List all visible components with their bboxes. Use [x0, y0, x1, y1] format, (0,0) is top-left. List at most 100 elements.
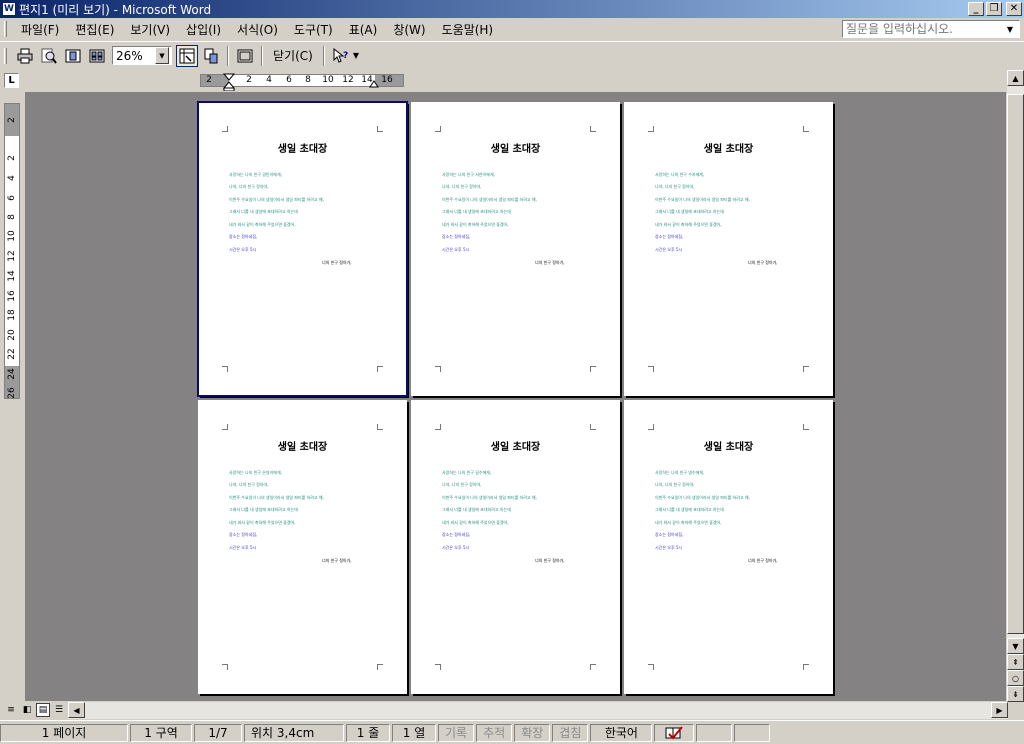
status-overtype[interactable]: 겹침 [552, 723, 589, 742]
scroll-left-button[interactable]: ◀ [68, 702, 85, 718]
print-layout-view-icon[interactable]: ▤ [36, 703, 50, 717]
chevron-down-icon[interactable]: ▼ [1003, 21, 1017, 37]
vertical-ruler[interactable]: 2 2 4 6 8 10 12 14 16 18 20 22 24 26 [4, 103, 20, 399]
multiple-pages-button[interactable] [86, 45, 108, 67]
horizontal-scrollbar[interactable]: ◀ ▶ [68, 702, 1008, 719]
letter-line: 시간은 오후 5시 [442, 247, 470, 252]
letter-line: 장소는 정아네집, [442, 532, 471, 537]
normal-view-icon[interactable]: ≡ [4, 703, 18, 717]
context-help-button[interactable]: ? [330, 45, 352, 67]
menu-tools[interactable]: 도구(T) [286, 21, 341, 38]
letter-line: 네가 와서 같이 축하해 주었으면 좋겠어, [229, 222, 296, 227]
select-browse-object-button[interactable]: ○ [1007, 670, 1024, 686]
close-preview-button[interactable]: 닫기(C) [267, 47, 319, 64]
page-title: 생일 초대장 [490, 144, 541, 155]
letter-line: 시간은 오후 5시 [229, 545, 257, 550]
indent-marker-icon[interactable] [223, 73, 235, 91]
word-app-icon[interactable]: W [2, 2, 16, 16]
vertical-scrollbar[interactable]: ▲ ▼ ⇞ ○ ⇟ [1007, 70, 1024, 702]
right-indent-marker-icon[interactable] [369, 78, 379, 88]
preview-workspace[interactable]: 생일 초대장 사랑하는 나의 친구 경민이에게, 나야, 너의 친구 정아야, … [25, 92, 1006, 701]
letter-signature: 너의 친구 정아가, [322, 260, 352, 265]
menu-table[interactable]: 표(A) [341, 21, 386, 38]
scroll-thumb[interactable] [1007, 94, 1024, 634]
ruler-tick: 10 [7, 230, 17, 242]
menu-file[interactable]: 파일(F) [13, 21, 67, 38]
one-page-button[interactable] [62, 45, 84, 67]
magnifier-button[interactable] [38, 45, 60, 67]
crop-mark [648, 424, 654, 430]
horizontal-ruler[interactable]: 2 2 4 6 8 10 12 14 16 [200, 73, 404, 91]
letter-line: 네가 와서 같이 축하해 주었으면 좋겠어, [442, 222, 509, 227]
status-track-changes[interactable]: 추적 [476, 723, 513, 742]
next-page-button[interactable]: ⇟ [1007, 686, 1024, 702]
scroll-up-button[interactable]: ▲ [1007, 70, 1024, 86]
ruler-tick: 8 [305, 75, 311, 85]
web-layout-view-icon[interactable]: ◧ [20, 703, 34, 717]
page-thumbnail[interactable]: 생일 초대장 사랑하는 나의 친구 경민이에게, 나야, 너의 친구 정아야, … [197, 101, 408, 397]
crop-mark [222, 366, 228, 372]
zoom-combo[interactable]: ▼ [112, 46, 172, 65]
letter-line: 사랑하는 나의 친구 영수에게, [655, 470, 705, 475]
ruler-tick: 4 [7, 175, 17, 181]
letter-signature: 너의 친구 정아가, [322, 558, 352, 563]
outline-view-icon[interactable]: ☰ [52, 703, 66, 717]
crop-mark [803, 366, 809, 372]
crop-mark [222, 664, 228, 670]
full-screen-icon [237, 49, 253, 62]
svg-text:?: ? [343, 51, 348, 61]
menu-edit[interactable]: 편집(E) [67, 21, 122, 38]
chevron-down-icon[interactable]: ▼ [155, 47, 169, 64]
page-thumbnail[interactable]: 생일 초대장 사랑하는 나의 친구 영수에게, 나야, 너의 친구 정아야, 이… [624, 400, 833, 694]
status-record-macro[interactable]: 기록 [438, 723, 475, 742]
crop-mark [377, 366, 383, 372]
status-line: 1 줄 [346, 723, 390, 742]
letter-line: 장소는 정아네집, [655, 532, 684, 537]
crop-mark [377, 424, 383, 430]
ask-question-input[interactable] [843, 21, 1003, 37]
restore-button[interactable]: ❐ [986, 2, 1002, 16]
minimize-button[interactable]: _ [968, 2, 984, 16]
menu-format[interactable]: 서식(O) [229, 21, 286, 38]
page-thumbnail[interactable]: 생일 초대장 사랑하는 나의 친구 수지에게, 나야, 너의 친구 정아야, 이… [624, 102, 833, 396]
scroll-right-button[interactable]: ▶ [991, 702, 1008, 718]
ruler-tick: 26 [7, 387, 17, 399]
scroll-down-button[interactable]: ▼ [1007, 638, 1024, 654]
status-page-count: 1/7 [194, 723, 242, 742]
toolbar-grip[interactable] [4, 47, 7, 64]
crop-mark [590, 126, 596, 132]
letter-line: 그래서 너를 내 생일에 초대하려고 하는데 [442, 209, 511, 214]
letter-line: 시간은 오후 5시 [655, 247, 683, 252]
view-ruler-button[interactable] [176, 44, 198, 67]
status-page: 1 페이지 [0, 723, 128, 742]
letter-line: 그래서 너를 내 생일에 초대하려고 하는데 [229, 209, 298, 214]
page-thumbnail[interactable]: 생일 초대장 사랑하는 나의 친구 서연이에게, 나야, 너의 친구 정아야, … [411, 102, 620, 396]
previous-page-button[interactable]: ⇞ [1007, 654, 1024, 670]
menu-grip[interactable] [4, 21, 7, 37]
magnifier-icon [41, 48, 57, 64]
menu-view[interactable]: 보기(V) [122, 21, 178, 38]
close-button[interactable]: ✕ [1006, 2, 1022, 16]
spelling-status-icon[interactable] [654, 723, 695, 742]
status-section: 1 구역 [130, 723, 192, 742]
page-thumbnail[interactable]: 생일 초대장 사랑하는 나의 친구 길수에게, 나야, 너의 친구 정아야, 이… [411, 400, 620, 694]
menu-window[interactable]: 창(W) [385, 21, 433, 38]
full-screen-button[interactable] [234, 45, 256, 67]
book-check-icon [665, 725, 684, 739]
menu-help[interactable]: 도움말(H) [434, 21, 502, 38]
ask-question-box[interactable]: ▼ [842, 20, 1020, 38]
status-language: 한국어 [590, 723, 653, 742]
menu-insert[interactable]: 삽입(I) [178, 21, 229, 38]
shrink-to-fit-button[interactable] [200, 45, 222, 67]
zoom-input[interactable] [113, 48, 155, 63]
print-button[interactable] [14, 45, 36, 67]
toolbar-options-icon[interactable]: ▼ [353, 51, 359, 60]
status-extend-selection[interactable]: 확장 [514, 723, 551, 742]
ruler-tick: 16 [381, 75, 393, 85]
tab-selector-icon[interactable]: L [4, 73, 19, 88]
print-preview-toolbar: ▼ 닫기(C) ? ▼ [0, 41, 1024, 69]
help-pointer-icon: ? [333, 47, 348, 63]
ruler-tick: 2 [246, 75, 252, 85]
letter-line: 그래서 너를 내 생일에 초대하려고 하는데 [655, 507, 724, 512]
page-thumbnail[interactable]: 생일 초대장 사랑하는 나의 친구 은영이에게, 나야, 너의 친구 정아야, … [198, 400, 407, 694]
